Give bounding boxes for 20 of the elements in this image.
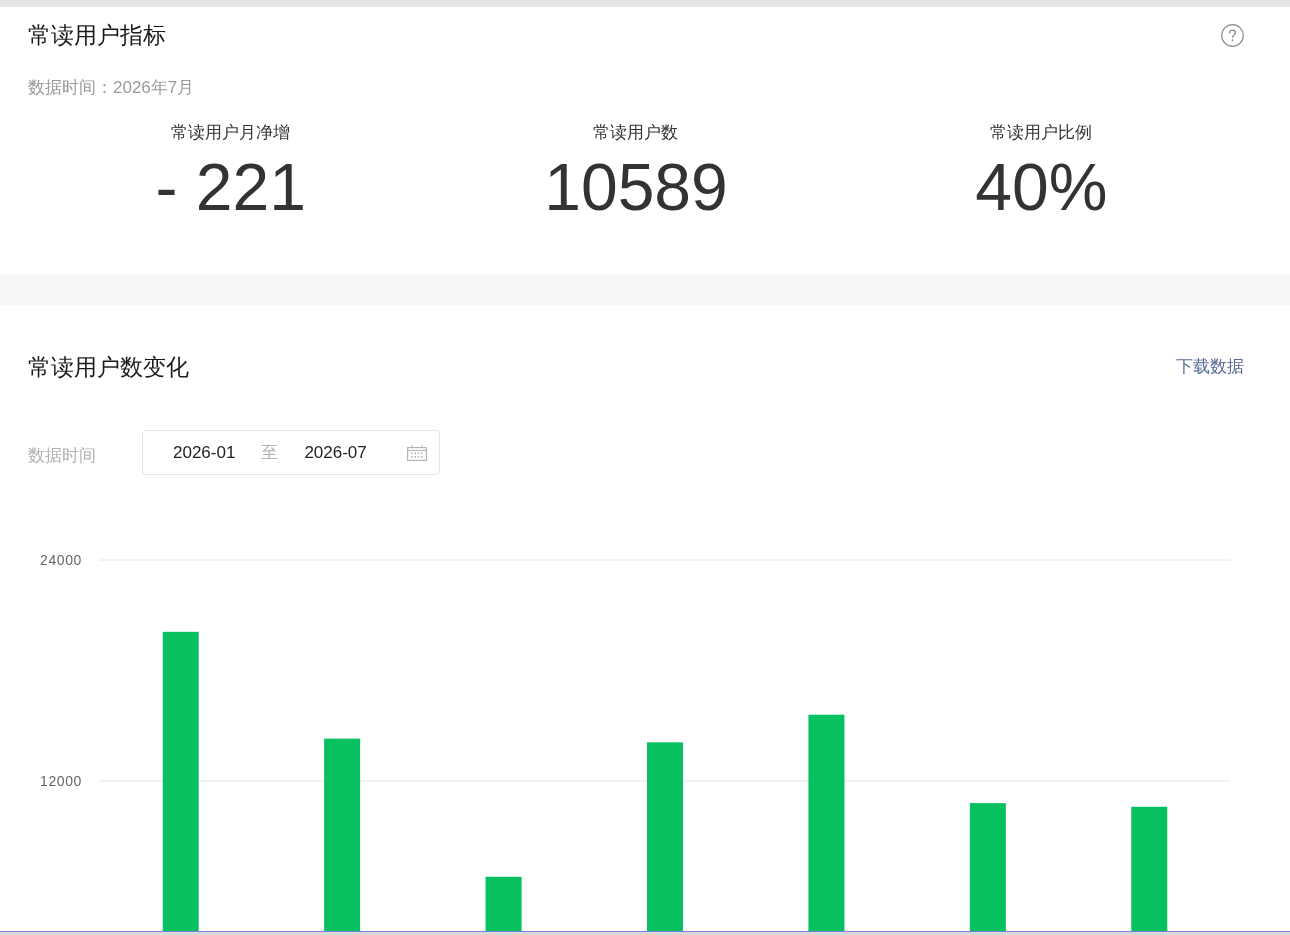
card-title: 常读用户数变化 [28, 353, 189, 382]
metric-label: 常读用户月净增 [171, 122, 291, 144]
metric-value: 40% [975, 151, 1108, 223]
metric-value: - 221 [155, 151, 306, 223]
range-separator: 至 [261, 441, 279, 464]
y-axis-label: 24000 [40, 552, 82, 568]
filter-label: 数据时间 [28, 444, 96, 467]
y-axis-label: 12000 [40, 773, 82, 789]
data-time-text: 数据时间：2026年7月 [28, 77, 195, 99]
card-title: 常读用户指标 [28, 21, 166, 50]
metric-label: 常读用户比例 [990, 122, 1093, 144]
help-icon[interactable] [1221, 23, 1244, 47]
date-range-picker[interactable]: 2026-01 至 2026-07 [142, 430, 440, 475]
download-data-link[interactable]: 下载数据 [1176, 355, 1244, 379]
start-date-value[interactable]: 2026-01 [173, 440, 236, 465]
metric-label: 常读用户数 [593, 122, 679, 144]
end-date-value[interactable]: 2026-07 [304, 440, 367, 465]
metric-value: 10589 [544, 151, 728, 223]
chart-bar [485, 876, 522, 931]
calendar-icon[interactable] [407, 444, 427, 461]
